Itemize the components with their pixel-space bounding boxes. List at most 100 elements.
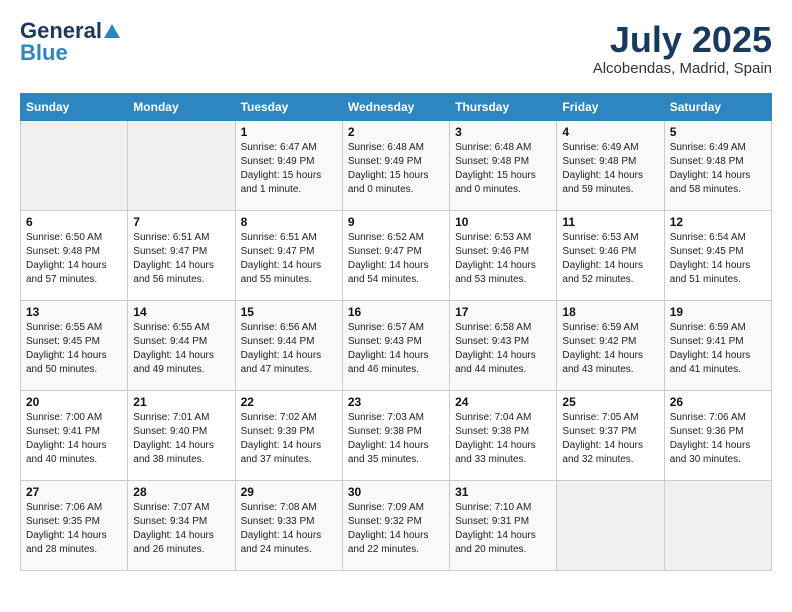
calendar-cell: 18 Sunrise: 6:59 AM Sunset: 9:42 PM Dayli… [557, 300, 664, 390]
header-sunday: Sunday [21, 93, 128, 120]
calendar-table: Sunday Monday Tuesday Wednesday Thursday… [20, 93, 772, 571]
calendar-cell: 24Sunrise: 7:04 AM Sunset: 9:38 PM Dayli… [450, 390, 557, 480]
week-row-5: 27Sunrise: 7:06 AM Sunset: 9:35 PM Dayli… [21, 480, 772, 570]
day-number: 1 [241, 125, 337, 139]
day-number: 23 [348, 395, 444, 409]
calendar-cell: 12Sunrise: 6:54 AM Sunset: 9:45 PM Dayli… [664, 210, 771, 300]
day-info: Sunrise: 7:06 AM Sunset: 9:35 PM Dayligh… [26, 501, 122, 557]
day-info: Sunrise: 6:53 AM Sunset: 9:46 PM Dayligh… [455, 231, 551, 287]
calendar-cell: 11 Sunrise: 6:53 AM Sunset: 9:46 PM Dayli… [557, 210, 664, 300]
calendar-cell [128, 120, 235, 210]
calendar-cell: 4Sunrise: 6:49 AM Sunset: 9:48 PM Daylig… [557, 120, 664, 210]
calendar-cell: 8 Sunrise: 6:51 AM Sunset: 9:47 PM Daylig… [235, 210, 342, 300]
day-info: Sunrise: 6:52 AM Sunset: 9:47 PM Dayligh… [348, 231, 444, 287]
day-info: Sunrise: 7:02 AM Sunset: 9:39 PM Dayligh… [241, 411, 337, 467]
calendar-cell: 28Sunrise: 7:07 AM Sunset: 9:34 PM Dayli… [128, 480, 235, 570]
calendar-cell: 30 Sunrise: 7:09 AM Sunset: 9:32 PM Dayli… [342, 480, 449, 570]
title-block: July 2025 Alcobendas, Madrid, Spain [593, 20, 772, 77]
day-number: 15 [241, 305, 337, 319]
header-monday: Monday [128, 93, 235, 120]
header-saturday: Saturday [664, 93, 771, 120]
day-info: Sunrise: 6:50 AM Sunset: 9:48 PM Dayligh… [26, 231, 122, 287]
day-info: Sunrise: 6:57 AM Sunset: 9:43 PM Dayligh… [348, 321, 444, 377]
calendar-cell: 25Sunrise: 7:05 AM Sunset: 9:37 PM Dayli… [557, 390, 664, 480]
calendar-cell: 31 Sunrise: 7:10 AM Sunset: 9:31 PM Dayli… [450, 480, 557, 570]
calendar-cell: 22 Sunrise: 7:02 AM Sunset: 9:39 PM Dayli… [235, 390, 342, 480]
calendar-cell [21, 120, 128, 210]
day-number: 2 [348, 125, 444, 139]
day-info: Sunrise: 6:48 AM Sunset: 9:48 PM Dayligh… [455, 141, 551, 197]
day-info: Sunrise: 7:04 AM Sunset: 9:38 PM Dayligh… [455, 411, 551, 467]
calendar-cell: 2 Sunrise: 6:48 AM Sunset: 9:49 PM Daylig… [342, 120, 449, 210]
day-info: Sunrise: 6:55 AM Sunset: 9:45 PM Dayligh… [26, 321, 122, 377]
day-info: Sunrise: 6:58 AM Sunset: 9:43 PM Dayligh… [455, 321, 551, 377]
calendar-cell: 13Sunrise: 6:55 AM Sunset: 9:45 PM Dayli… [21, 300, 128, 390]
day-number: 14 [133, 305, 229, 319]
day-number: 18 [562, 305, 658, 319]
day-info: Sunrise: 7:06 AM Sunset: 9:36 PM Dayligh… [670, 411, 766, 467]
day-info: Sunrise: 7:10 AM Sunset: 9:31 PM Dayligh… [455, 501, 551, 557]
calendar-cell: 3 Sunrise: 6:48 AM Sunset: 9:48 PM Daylig… [450, 120, 557, 210]
calendar-cell [557, 480, 664, 570]
day-number: 9 [348, 215, 444, 229]
calendar-cell: 9 Sunrise: 6:52 AM Sunset: 9:47 PM Daylig… [342, 210, 449, 300]
day-info: Sunrise: 7:03 AM Sunset: 9:38 PM Dayligh… [348, 411, 444, 467]
calendar-cell [664, 480, 771, 570]
header-friday: Friday [557, 93, 664, 120]
day-info: Sunrise: 6:51 AM Sunset: 9:47 PM Dayligh… [133, 231, 229, 287]
day-number: 22 [241, 395, 337, 409]
day-number: 6 [26, 215, 122, 229]
page-header: General Blue July 2025 Alcobendas, Madri… [20, 20, 772, 77]
logo-text-general: General [20, 20, 102, 42]
calendar-cell: 29 Sunrise: 7:08 AM Sunset: 9:33 PM Dayli… [235, 480, 342, 570]
day-info: Sunrise: 7:08 AM Sunset: 9:33 PM Dayligh… [241, 501, 337, 557]
week-row-4: 20Sunrise: 7:00 AM Sunset: 9:41 PM Dayli… [21, 390, 772, 480]
day-number: 11 [562, 215, 658, 229]
day-number: 31 [455, 485, 551, 499]
calendar-cell: 17 Sunrise: 6:58 AM Sunset: 9:43 PM Dayli… [450, 300, 557, 390]
day-info: Sunrise: 6:51 AM Sunset: 9:47 PM Dayligh… [241, 231, 337, 287]
calendar-cell: 16Sunrise: 6:57 AM Sunset: 9:43 PM Dayli… [342, 300, 449, 390]
day-info: Sunrise: 6:56 AM Sunset: 9:44 PM Dayligh… [241, 321, 337, 377]
day-number: 29 [241, 485, 337, 499]
day-info: Sunrise: 6:48 AM Sunset: 9:49 PM Dayligh… [348, 141, 444, 197]
day-info: Sunrise: 6:47 AM Sunset: 9:49 PM Dayligh… [241, 141, 337, 197]
week-row-1: 1 Sunrise: 6:47 AM Sunset: 9:49 PM Daylig… [21, 120, 772, 210]
calendar-cell: 23 Sunrise: 7:03 AM Sunset: 9:38 PM Dayli… [342, 390, 449, 480]
day-info: Sunrise: 6:49 AM Sunset: 9:48 PM Dayligh… [562, 141, 658, 197]
day-number: 5 [670, 125, 766, 139]
logo-triangle-icon [104, 24, 120, 38]
day-number: 19 [670, 305, 766, 319]
day-info: Sunrise: 7:07 AM Sunset: 9:34 PM Dayligh… [133, 501, 229, 557]
location-subtitle: Alcobendas, Madrid, Spain [593, 60, 772, 77]
calendar-cell: 15 Sunrise: 6:56 AM Sunset: 9:44 PM Dayli… [235, 300, 342, 390]
day-number: 17 [455, 305, 551, 319]
calendar-cell: 19 Sunrise: 6:59 AM Sunset: 9:41 PM Dayli… [664, 300, 771, 390]
day-number: 8 [241, 215, 337, 229]
day-number: 30 [348, 485, 444, 499]
day-info: Sunrise: 6:59 AM Sunset: 9:41 PM Dayligh… [670, 321, 766, 377]
day-number: 12 [670, 215, 766, 229]
day-info: Sunrise: 7:00 AM Sunset: 9:41 PM Dayligh… [26, 411, 122, 467]
header-thursday: Thursday [450, 93, 557, 120]
logo-text-blue: Blue [20, 42, 68, 64]
calendar-cell: 14 Sunrise: 6:55 AM Sunset: 9:44 PM Dayli… [128, 300, 235, 390]
day-info: Sunrise: 7:09 AM Sunset: 9:32 PM Dayligh… [348, 501, 444, 557]
calendar-cell: 5Sunrise: 6:49 AM Sunset: 9:48 PM Daylig… [664, 120, 771, 210]
day-info: Sunrise: 6:55 AM Sunset: 9:44 PM Dayligh… [133, 321, 229, 377]
logo: General Blue [20, 20, 120, 64]
calendar-cell: 27Sunrise: 7:06 AM Sunset: 9:35 PM Dayli… [21, 480, 128, 570]
day-info: Sunrise: 6:59 AM Sunset: 9:42 PM Dayligh… [562, 321, 658, 377]
header-wednesday: Wednesday [342, 93, 449, 120]
day-number: 25 [562, 395, 658, 409]
calendar-cell: 21Sunrise: 7:01 AM Sunset: 9:40 PM Dayli… [128, 390, 235, 480]
calendar-cell: 7 Sunrise: 6:51 AM Sunset: 9:47 PM Daylig… [128, 210, 235, 300]
day-info: Sunrise: 7:01 AM Sunset: 9:40 PM Dayligh… [133, 411, 229, 467]
day-info: Sunrise: 6:53 AM Sunset: 9:46 PM Dayligh… [562, 231, 658, 287]
month-year-title: July 2025 [593, 20, 772, 60]
week-row-3: 13Sunrise: 6:55 AM Sunset: 9:45 PM Dayli… [21, 300, 772, 390]
day-number: 7 [133, 215, 229, 229]
calendar-cell: 6 Sunrise: 6:50 AM Sunset: 9:48 PM Daylig… [21, 210, 128, 300]
week-row-2: 6 Sunrise: 6:50 AM Sunset: 9:48 PM Daylig… [21, 210, 772, 300]
day-number: 3 [455, 125, 551, 139]
